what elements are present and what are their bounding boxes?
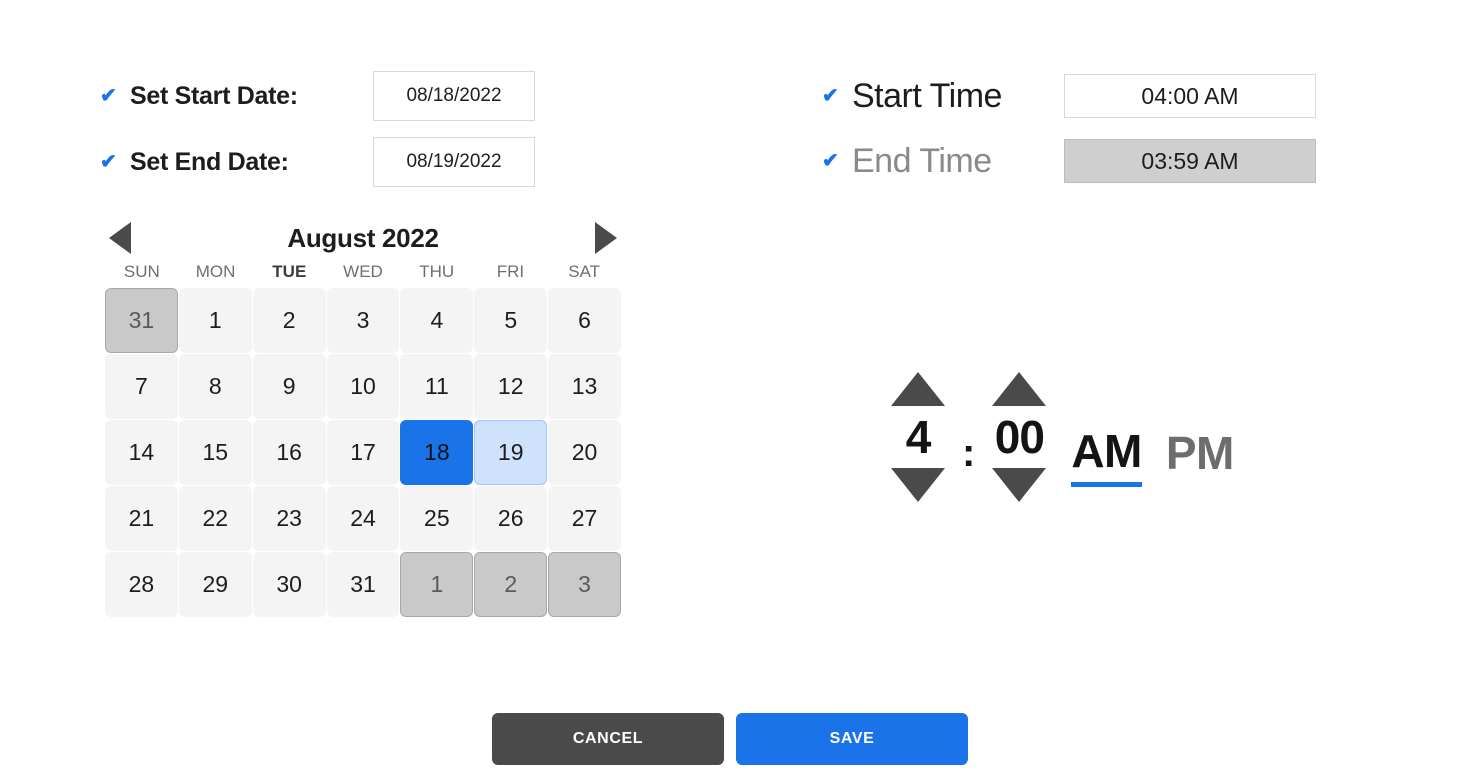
triangle-up-icon[interactable] <box>891 372 945 406</box>
date-settings-panel: ✔ Set Start Date: 08/18/2022 ✔ Set End D… <box>100 70 660 202</box>
calendar-days-grid: 3112345678910111213141516171819202122232… <box>105 288 621 617</box>
calendar-day-cell[interactable]: 14 <box>105 420 178 485</box>
calendar-day-cell[interactable]: 12 <box>474 354 547 419</box>
time-separator: : <box>962 390 975 484</box>
weekday-header-row: SUNMONTUEWEDTHUFRISAT <box>105 262 621 282</box>
end-date-label: Set End Date: <box>130 148 373 177</box>
calendar-day-cell[interactable]: 15 <box>179 420 252 485</box>
calendar-day-cell[interactable]: 1 <box>179 288 252 353</box>
start-time-input[interactable]: 04:00 AM <box>1064 74 1316 118</box>
end-date-row: ✔ Set End Date: 08/19/2022 <box>100 136 660 188</box>
calendar-day-cell[interactable]: 20 <box>548 420 621 485</box>
weekday-label-wed: WED <box>326 262 400 282</box>
check-icon[interactable]: ✔ <box>822 86 852 106</box>
calendar-day-cell[interactable]: 27 <box>548 486 621 551</box>
calendar-day-cell[interactable]: 19 <box>474 420 547 485</box>
weekday-label-fri: FRI <box>474 262 548 282</box>
calendar-day-cell[interactable]: 17 <box>327 420 400 485</box>
calendar-day-cell[interactable]: 8 <box>179 354 252 419</box>
calendar-day-cell[interactable]: 30 <box>253 552 326 617</box>
calendar-day-cell[interactable]: 2 <box>474 552 547 617</box>
start-time-label: Start Time <box>852 77 1064 116</box>
calendar-day-cell[interactable]: 1 <box>400 552 473 617</box>
calendar-day-cell[interactable]: 31 <box>327 552 400 617</box>
cancel-button[interactable]: CANCEL <box>492 713 724 765</box>
calendar-day-cell[interactable]: 3 <box>327 288 400 353</box>
calendar-day-cell[interactable]: 31 <box>105 288 178 353</box>
start-date-input[interactable]: 08/18/2022 <box>373 71 535 121</box>
calendar-day-cell[interactable]: 4 <box>400 288 473 353</box>
pm-toggle[interactable]: PM <box>1166 390 1234 484</box>
triangle-right-icon[interactable] <box>595 222 617 254</box>
calendar-day-cell[interactable]: 21 <box>105 486 178 551</box>
minute-value: 00 <box>995 406 1044 468</box>
calendar-day-cell[interactable]: 18 <box>400 420 473 485</box>
calendar-day-cell[interactable]: 10 <box>327 354 400 419</box>
end-time-input: 03:59 AM <box>1064 139 1316 183</box>
calendar-day-cell[interactable]: 16 <box>253 420 326 485</box>
weekday-label-mon: MON <box>179 262 253 282</box>
check-icon[interactable]: ✔ <box>100 152 130 172</box>
triangle-left-icon[interactable] <box>109 222 131 254</box>
calendar: August 2022 SUNMONTUEWEDTHUFRISAT 311234… <box>105 214 621 617</box>
calendar-day-cell[interactable]: 25 <box>400 486 473 551</box>
check-icon[interactable]: ✔ <box>822 151 852 171</box>
footer-actions: CANCEL SAVE <box>492 713 968 765</box>
end-time-row: ✔ End Time 03:59 AM <box>822 135 1382 187</box>
check-icon[interactable]: ✔ <box>100 86 130 106</box>
calendar-day-cell[interactable]: 23 <box>253 486 326 551</box>
start-date-label: Set Start Date: <box>130 82 373 111</box>
calendar-month-title: August 2022 <box>287 223 438 254</box>
weekday-label-tue: TUE <box>252 262 326 282</box>
calendar-day-cell[interactable]: 11 <box>400 354 473 419</box>
triangle-down-icon[interactable] <box>891 468 945 502</box>
minute-stepper: 00 <box>981 372 1057 502</box>
hour-stepper: 4 <box>880 372 956 502</box>
end-time-label: End Time <box>852 142 1064 181</box>
start-time-row: ✔ Start Time 04:00 AM <box>822 70 1382 122</box>
end-date-input[interactable]: 08/19/2022 <box>373 137 535 187</box>
calendar-day-cell[interactable]: 13 <box>548 354 621 419</box>
time-settings-panel: ✔ Start Time 04:00 AM ✔ End Time 03:59 A… <box>822 70 1382 200</box>
calendar-day-cell[interactable]: 28 <box>105 552 178 617</box>
time-spinner: 4 : 00 AM PM <box>880 372 1234 502</box>
am-toggle[interactable]: AM <box>1071 388 1142 487</box>
save-button[interactable]: SAVE <box>736 713 968 765</box>
weekday-label-sun: SUN <box>105 262 179 282</box>
calendar-header: August 2022 <box>105 214 621 262</box>
calendar-day-cell[interactable]: 24 <box>327 486 400 551</box>
calendar-day-cell[interactable]: 26 <box>474 486 547 551</box>
calendar-day-cell[interactable]: 2 <box>253 288 326 353</box>
calendar-day-cell[interactable]: 29 <box>179 552 252 617</box>
weekday-label-sat: SAT <box>547 262 621 282</box>
calendar-day-cell[interactable]: 9 <box>253 354 326 419</box>
triangle-down-icon[interactable] <box>992 468 1046 502</box>
calendar-day-cell[interactable]: 22 <box>179 486 252 551</box>
calendar-day-cell[interactable]: 5 <box>474 288 547 353</box>
hour-value: 4 <box>906 406 931 468</box>
calendar-day-cell[interactable]: 3 <box>548 552 621 617</box>
triangle-up-icon[interactable] <box>992 372 1046 406</box>
calendar-day-cell[interactable]: 7 <box>105 354 178 419</box>
weekday-label-thu: THU <box>400 262 474 282</box>
start-date-row: ✔ Set Start Date: 08/18/2022 <box>100 70 660 122</box>
calendar-day-cell[interactable]: 6 <box>548 288 621 353</box>
